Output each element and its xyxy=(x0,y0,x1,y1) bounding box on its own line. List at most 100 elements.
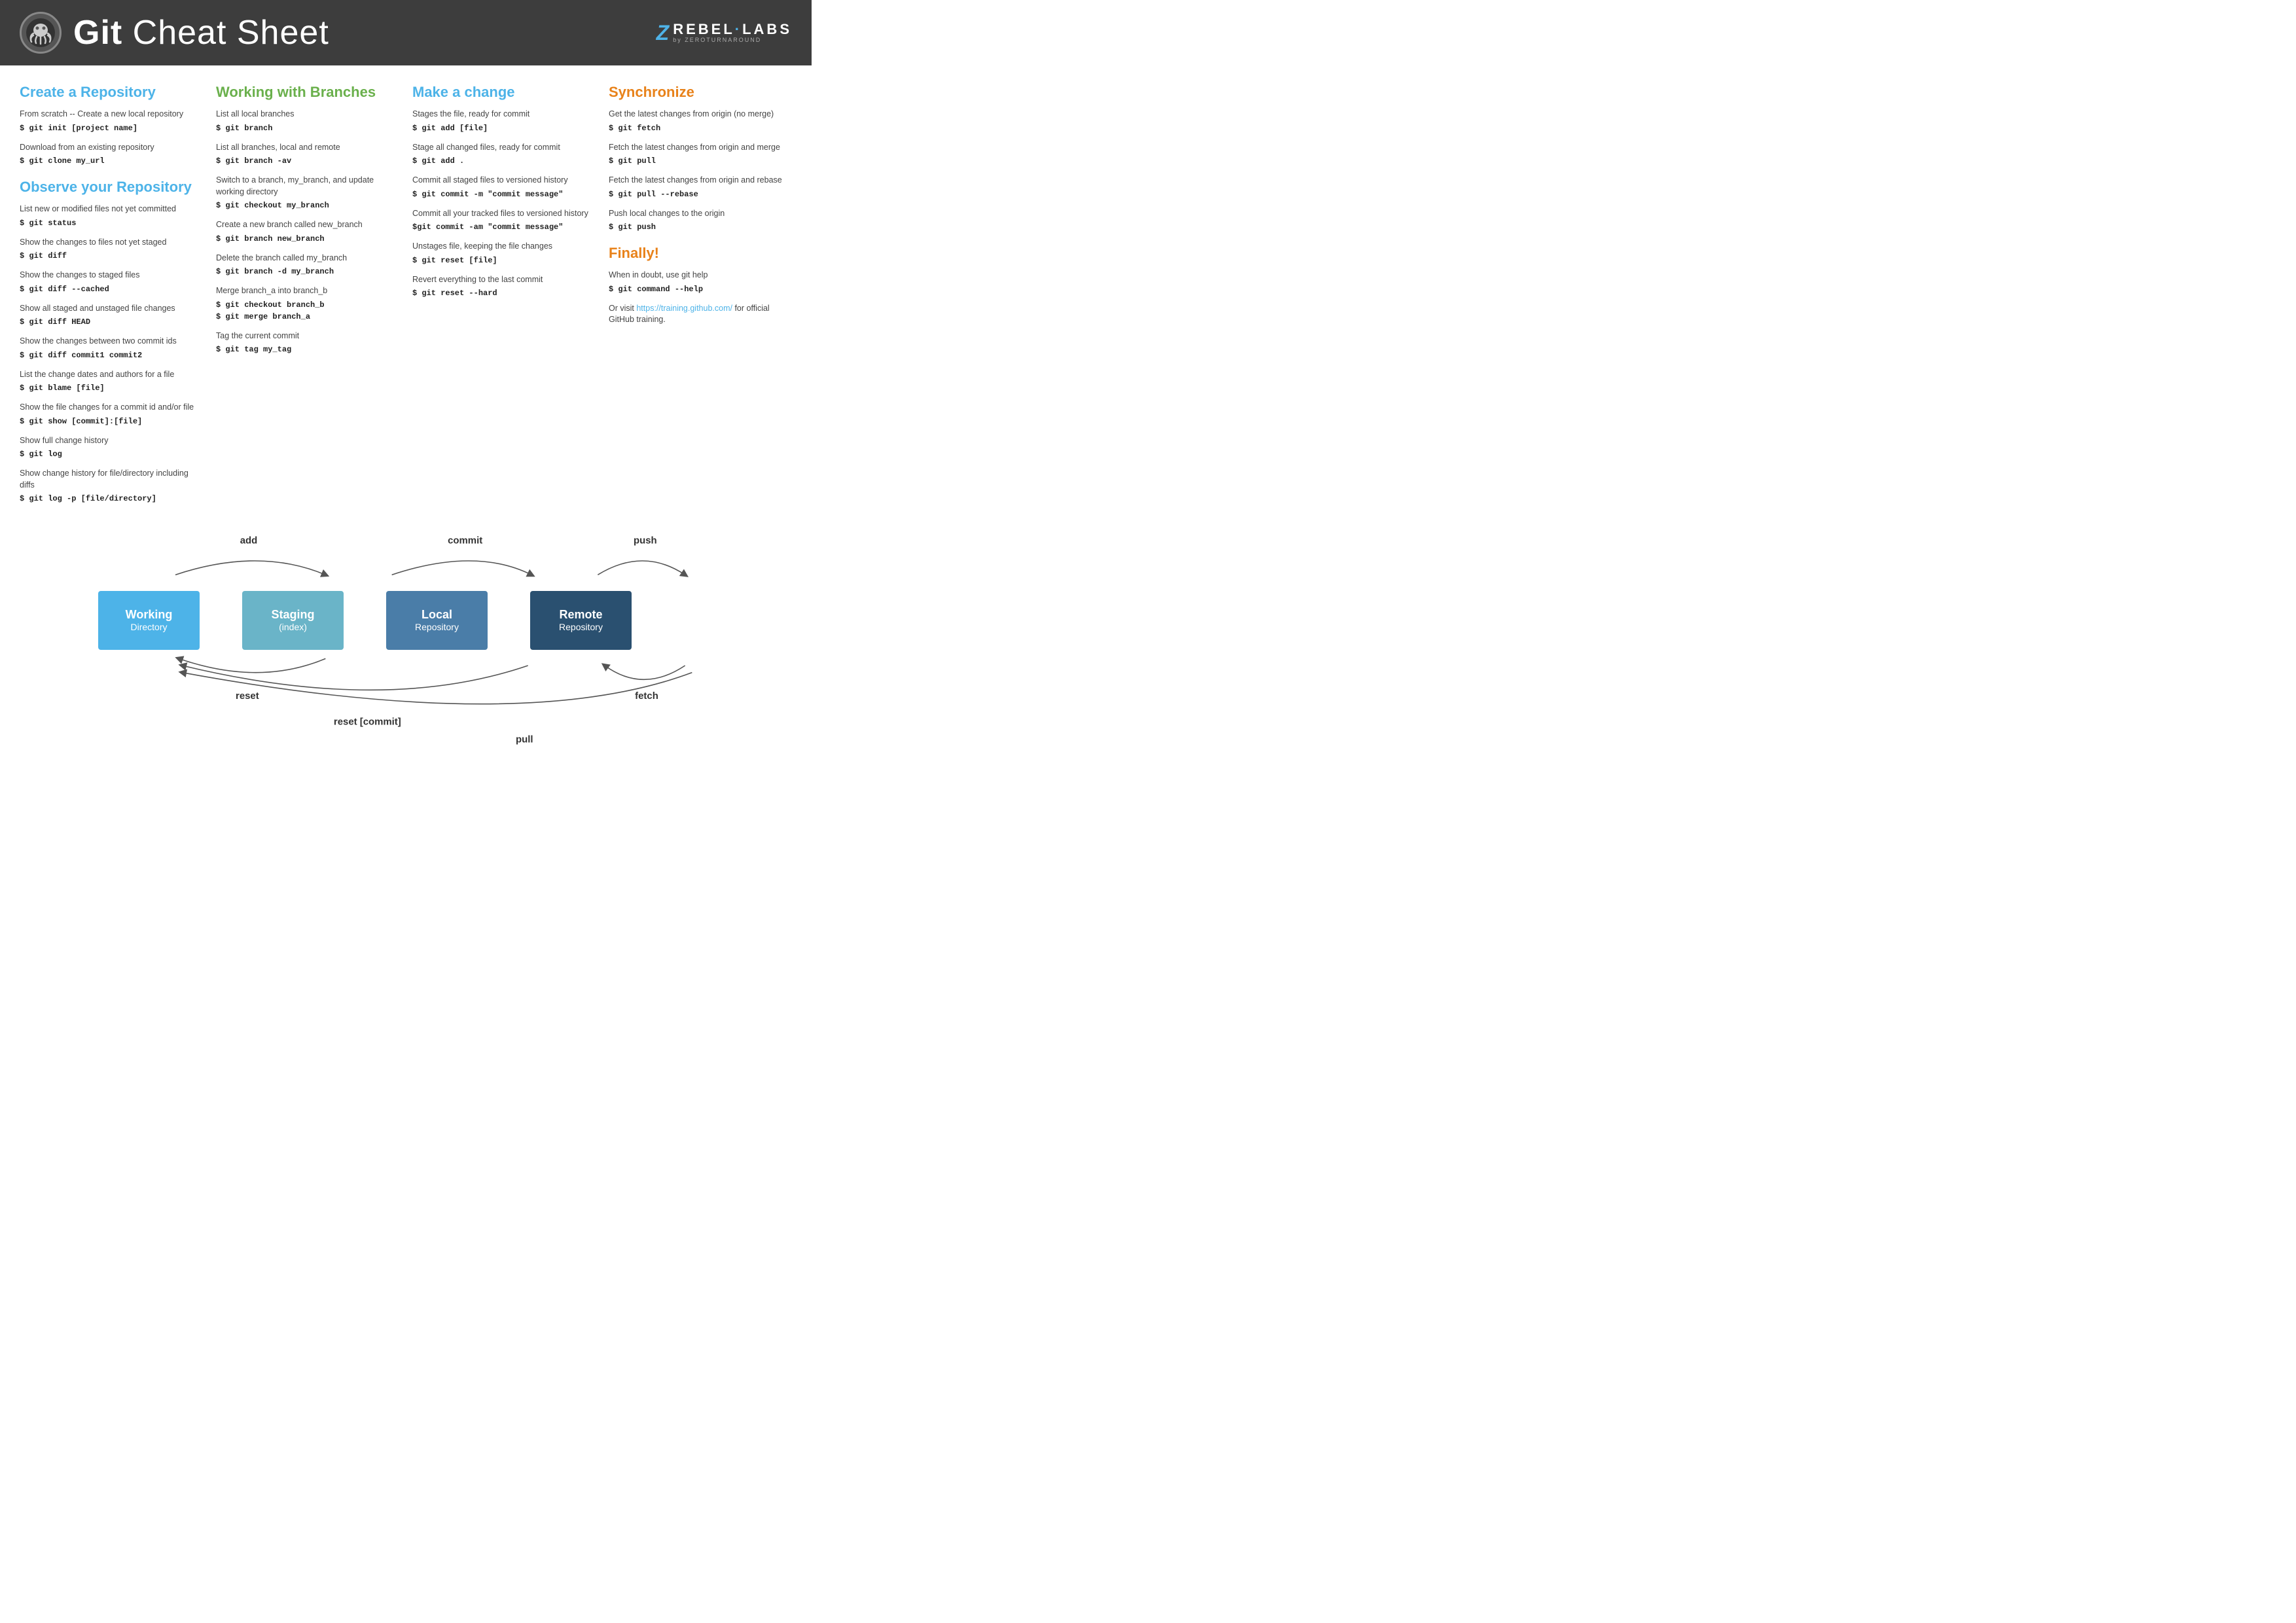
header-title: Git Cheat Sheet xyxy=(73,13,329,52)
change-item-2: Stage all changed files, ready for commi… xyxy=(412,142,596,168)
create-item-1: From scratch -- Create a new local repos… xyxy=(20,109,203,134)
branch-item-5-cmd: $ git branch -d my_branch xyxy=(216,266,399,277)
branch-item-5-desc: Delete the branch called my_branch xyxy=(216,253,399,264)
change-item-5-desc: Unstages file, keeping the file changes xyxy=(412,241,596,253)
finally-item-2: Or visit https://training.github.com/ fo… xyxy=(609,303,792,326)
observe-item-6-cmd: $ git blame [file] xyxy=(20,382,203,394)
branch-item-1-cmd: $ git branch xyxy=(216,122,399,134)
branch-item-2-desc: List all branches, local and remote xyxy=(216,142,399,154)
observe-item-2: Show the changes to files not yet staged… xyxy=(20,237,203,262)
observe-item-9: Show change history for file/directory i… xyxy=(20,468,203,505)
header-left: Git Cheat Sheet xyxy=(20,12,329,54)
branch-item-6-cmd2: $ git checkout branch_b xyxy=(216,299,399,311)
finally-section-title: Finally! xyxy=(609,245,792,262)
svg-text:reset: reset xyxy=(236,690,259,702)
sync-item-4-desc: Push local changes to the origin xyxy=(609,208,792,220)
finally-item-1-cmd: $ git command --help xyxy=(609,283,792,295)
github-training-link[interactable]: https://training.github.com/ xyxy=(636,304,732,313)
branch-item-3: Switch to a branch, my_branch, and updat… xyxy=(216,175,399,211)
sync-item-2-cmd: $ git pull xyxy=(609,155,792,167)
observe-item-4: Show all staged and unstaged file change… xyxy=(20,303,203,329)
column-2: Working with Branches List all local bra… xyxy=(216,84,399,512)
branch-item-4-desc: Create a new branch called new_branch xyxy=(216,219,399,231)
working-directory-label: Working xyxy=(126,608,173,622)
rebel-z-icon: Z xyxy=(656,21,670,45)
observe-item-3: Show the changes to staged files $ git d… xyxy=(20,270,203,295)
observe-item-6: List the change dates and authors for a … xyxy=(20,369,203,395)
observe-item-5-cmd: $ git diff commit1 commit2 xyxy=(20,349,203,361)
diagram-container: add commit push reset reset [commit] xyxy=(20,519,792,728)
branch-item-1-desc: List all local branches xyxy=(216,109,399,120)
branch-item-1: List all local branches $ git branch xyxy=(216,109,399,134)
change-item-4-cmd: $git commit -am "commit message" xyxy=(412,221,596,233)
local-label: Local xyxy=(422,608,452,622)
branch-item-6-desc: Merge branch_a into branch_b xyxy=(216,285,399,297)
remote-repository-box: Remote Repository xyxy=(530,591,632,650)
branches-section-title: Working with Branches xyxy=(216,84,399,101)
change-item-1-cmd: $ git add [file] xyxy=(412,122,596,134)
rebel-sub-text: by ZEROTURNAROUND xyxy=(673,37,792,44)
observe-section-title: Observe your Repository xyxy=(20,179,203,196)
svg-text:commit: commit xyxy=(448,535,482,546)
branch-item-3-desc: Switch to a branch, my_branch, and updat… xyxy=(216,175,399,198)
staging-box: Staging (index) xyxy=(242,591,344,650)
working-directory-sublabel: Directory xyxy=(130,622,167,633)
rebel-main-text: REBEL·LABS xyxy=(673,22,792,37)
sync-section-title: Synchronize xyxy=(609,84,792,101)
title-bold: Git xyxy=(73,14,122,52)
main-content: Create a Repository From scratch -- Crea… xyxy=(0,65,812,741)
sync-item-3: Fetch the latest changes from origin and… xyxy=(609,175,792,200)
local-sublabel: Repository xyxy=(415,622,459,633)
observe-item-5: Show the changes between two commit ids … xyxy=(20,336,203,361)
observe-item-7-desc: Show the file changes for a commit id an… xyxy=(20,402,203,414)
branch-item-7-desc: Tag the current commit xyxy=(216,330,399,342)
observe-item-5-desc: Show the changes between two commit ids xyxy=(20,336,203,348)
observe-item-2-desc: Show the changes to files not yet staged xyxy=(20,237,203,249)
svg-text:pull: pull xyxy=(516,734,533,745)
create-item-2-cmd: $ git clone my_url xyxy=(20,155,203,167)
change-item-6-cmd: $ git reset --hard xyxy=(412,287,596,299)
change-item-1-desc: Stages the file, ready for commit xyxy=(412,109,596,120)
observe-item-1: List new or modified files not yet commi… xyxy=(20,204,203,229)
branch-item-6: Merge branch_a into branch_b $ git check… xyxy=(216,285,399,323)
observe-item-6-desc: List the change dates and authors for a … xyxy=(20,369,203,381)
create-item-2-desc: Download from an existing repository xyxy=(20,142,203,154)
make-change-section-title: Make a change xyxy=(412,84,596,101)
change-item-3: Commit all staged files to versioned his… xyxy=(412,175,596,200)
change-item-3-cmd: $ git commit -m "commit message" xyxy=(412,188,596,200)
branch-item-5: Delete the branch called my_branch $ git… xyxy=(216,253,399,278)
svg-text:reset [commit]: reset [commit] xyxy=(334,717,401,728)
change-item-1: Stages the file, ready for commit $ git … xyxy=(412,109,596,134)
observe-item-7-cmd: $ git show [commit]:[file] xyxy=(20,416,203,427)
finally-item-2-desc: Or visit https://training.github.com/ fo… xyxy=(609,303,792,326)
sync-item-1: Get the latest changes from origin (no m… xyxy=(609,109,792,134)
rebel-labs-logo: Z REBEL·LABS by ZEROTURNAROUND xyxy=(656,21,792,45)
staging-label: Staging xyxy=(272,608,315,622)
change-item-4-desc: Commit all your tracked files to version… xyxy=(412,208,596,220)
branch-item-3-cmd: $ git checkout my_branch xyxy=(216,200,399,211)
change-item-2-cmd: $ git add . xyxy=(412,155,596,167)
sync-item-4-cmd: $ git push xyxy=(609,221,792,233)
sync-item-2-desc: Fetch the latest changes from origin and… xyxy=(609,142,792,154)
svg-text:fetch: fetch xyxy=(635,690,658,702)
local-repository-box: Local Repository xyxy=(386,591,488,650)
observe-item-3-cmd: $ git diff --cached xyxy=(20,283,203,295)
finally-item-1-desc: When in doubt, use git help xyxy=(609,270,792,281)
observe-item-8-cmd: $ git log xyxy=(20,448,203,460)
column-1: Create a Repository From scratch -- Crea… xyxy=(20,84,203,512)
sync-item-4: Push local changes to the origin $ git p… xyxy=(609,208,792,234)
title-regular: Cheat Sheet xyxy=(122,14,329,52)
branch-item-4: Create a new branch called new_branch $ … xyxy=(216,219,399,245)
create-item-1-cmd: $ git init [project name] xyxy=(20,122,203,134)
observe-item-4-cmd: $ git diff HEAD xyxy=(20,316,203,328)
create-item-2: Download from an existing repository $ g… xyxy=(20,142,203,168)
remote-sublabel: Repository xyxy=(559,622,603,633)
sync-item-1-desc: Get the latest changes from origin (no m… xyxy=(609,109,792,120)
column-3: Make a change Stages the file, ready for… xyxy=(412,84,596,512)
branch-item-7-cmd: $ git tag my_tag xyxy=(216,344,399,355)
branch-item-6-cmd: $ git merge branch_a xyxy=(216,311,399,323)
change-item-5: Unstages file, keeping the file changes … xyxy=(412,241,596,266)
git-logo xyxy=(20,12,62,54)
svg-text:add: add xyxy=(240,535,258,546)
observe-item-4-desc: Show all staged and unstaged file change… xyxy=(20,303,203,315)
